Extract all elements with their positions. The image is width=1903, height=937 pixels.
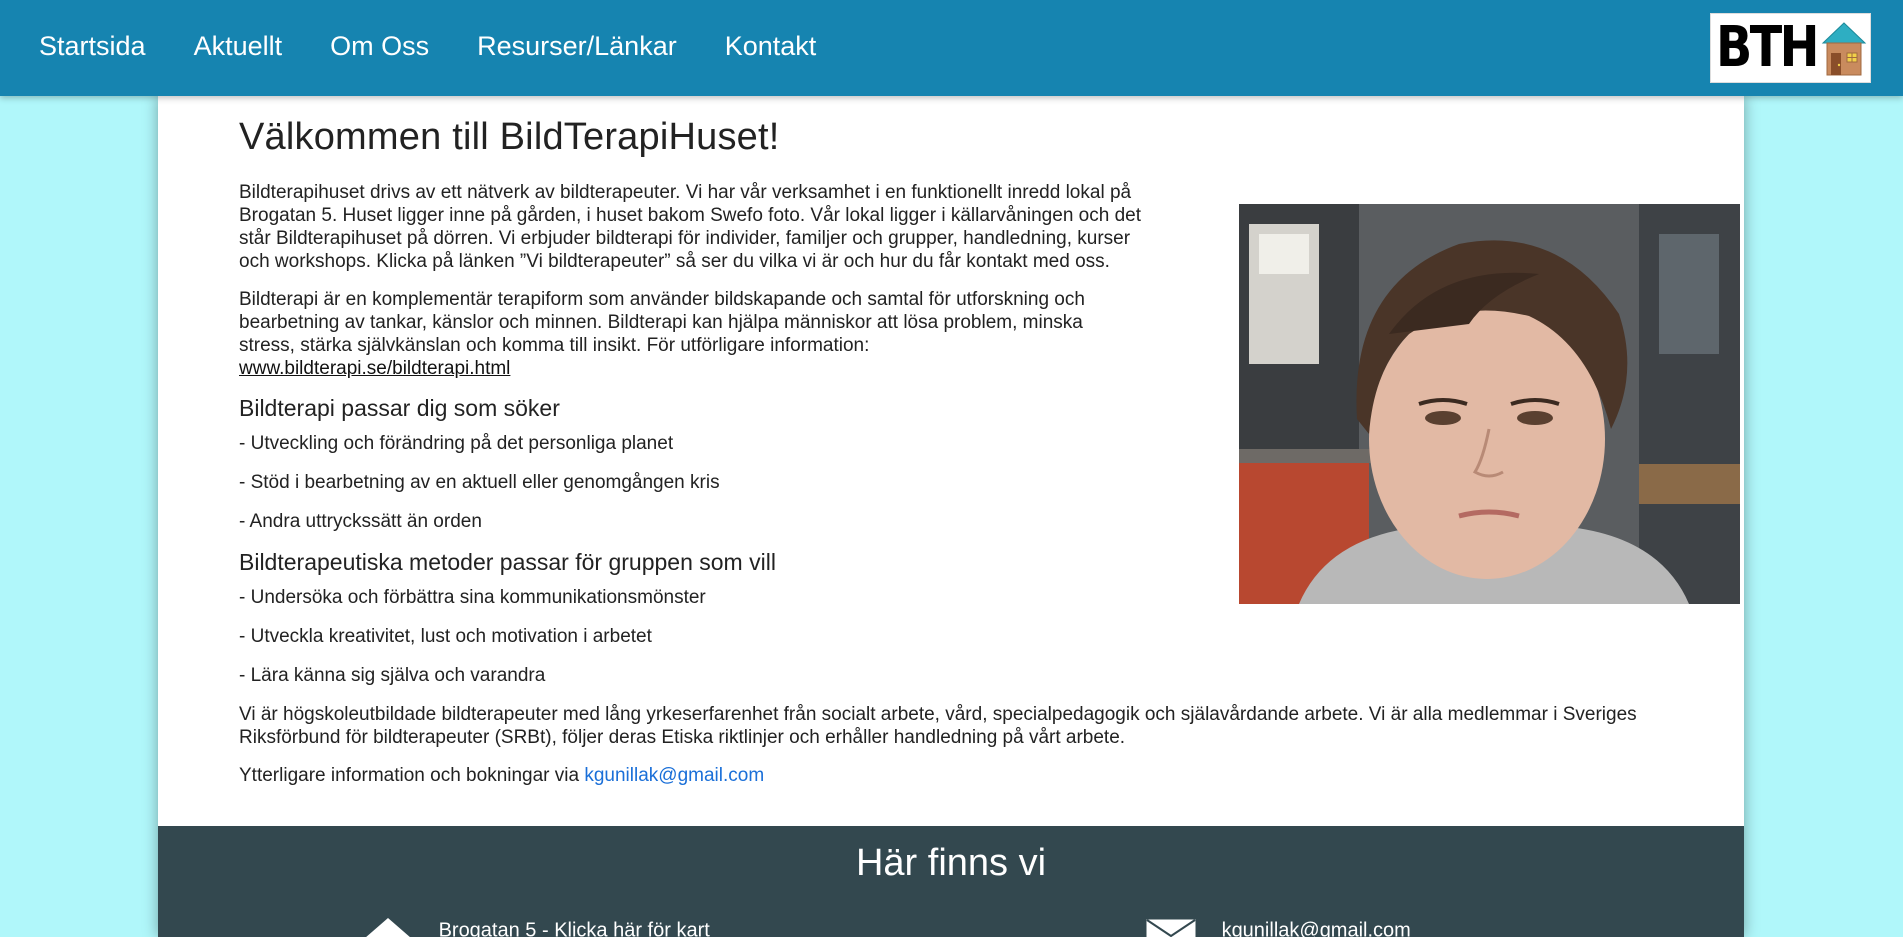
- footer-title: Här finns vi: [855, 842, 1047, 884]
- logo-text: BTH: [1716, 15, 1819, 80]
- house-icon: [1821, 22, 1867, 76]
- top-navbar: Startsida Aktuellt Om Oss Resurser/Länka…: [0, 0, 1903, 96]
- about-text: Bildterapi är en komplementär terapiform…: [239, 289, 1085, 356]
- nav-link-aktuellt[interactable]: Aktuellt: [194, 31, 283, 62]
- main-panel: Välkommen till BildTerapiHuset! Bildtera…: [158, 96, 1744, 937]
- nav-link-startsida[interactable]: Startsida: [39, 31, 146, 62]
- intro-paragraph: Bildterapihuset drivs av ett nätverk av …: [239, 182, 1141, 272]
- about-paragraph: Bildterapi är en komplementär terapiform…: [239, 288, 1144, 380]
- footer-address[interactable]: Brogatan 5 - Klicka här för kart: [363, 916, 710, 937]
- bildterapi-link[interactable]: www.bildterapi.se/bildterapi.html: [239, 358, 510, 379]
- page-title: Välkommen till BildTerapiHuset!: [239, 116, 780, 158]
- email-link[interactable]: kgunillak@gmail.com: [584, 765, 764, 786]
- list-item: - Utveckla kreativitet, lust och motivat…: [239, 626, 652, 647]
- footer: Här finns vi Brogatan 5 - Klicka här för…: [158, 826, 1744, 937]
- envelope-icon: [1146, 919, 1196, 937]
- qualifications-paragraph: Vi är högskoleutbildade bildterapeuter m…: [239, 704, 1637, 748]
- contact-prefix: Ytterligare information och bokningar vi…: [239, 765, 585, 786]
- footer-address-text: Brogatan 5 - Klicka här för kart: [438, 919, 710, 937]
- nav-link-om-oss[interactable]: Om Oss: [330, 31, 429, 62]
- list-item: - Lära känna sig själva och varandra: [239, 665, 546, 686]
- footer-email[interactable]: kgunillak@gmail.com: [1146, 916, 1411, 937]
- nav-link-resurser[interactable]: Resurser/Länkar: [477, 31, 677, 62]
- contact-paragraph: Ytterligare information och bokningar vi…: [239, 764, 1659, 787]
- portrait-photo: [1239, 204, 1740, 604]
- map-pin-icon: [366, 918, 410, 937]
- main-content: Välkommen till BildTerapiHuset! Bildtera…: [239, 116, 1740, 802]
- footer-email-text: kgunillak@gmail.com: [1221, 919, 1411, 937]
- portrait-image: [1239, 204, 1740, 604]
- logo[interactable]: BTH: [1710, 13, 1871, 83]
- nav-links: Startsida Aktuellt Om Oss Resurser/Länka…: [39, 31, 864, 62]
- nav-link-kontakt[interactable]: Kontakt: [725, 31, 817, 62]
- intro-column: Bildterapihuset drivs av ett nätverk av …: [239, 181, 1144, 380]
